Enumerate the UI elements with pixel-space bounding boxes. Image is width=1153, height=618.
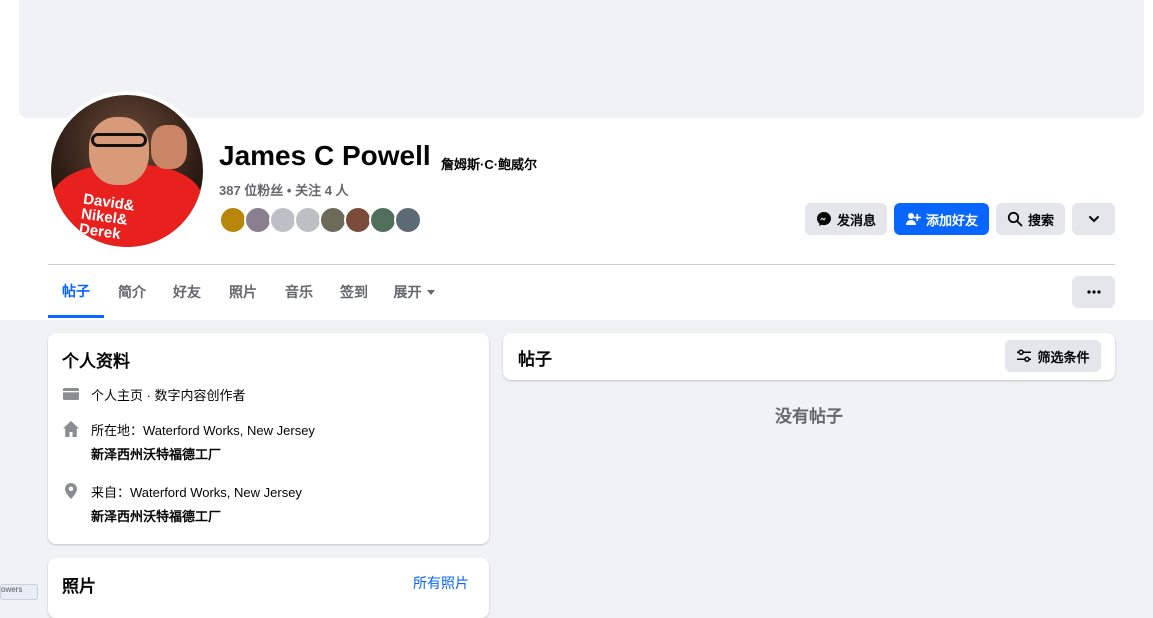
from-translation: 新泽西州沃特福德工厂 (91, 509, 222, 524)
posts-header-card: 帖子 筛选条件 (503, 333, 1115, 380)
all-photos-link[interactable]: 所有照片 (413, 573, 469, 593)
home-icon (63, 421, 79, 437)
ellipsis-icon (1086, 290, 1101, 294)
message-button-label: 发消息 (836, 212, 876, 228)
location-pin-icon (65, 483, 77, 499)
tab-check-ins[interactable]: 签到 (329, 266, 379, 318)
profile-avatar[interactable]: David& Nikel& Derek (47, 91, 207, 251)
search-button[interactable]: 搜索 (996, 203, 1065, 235)
chevron-down-icon (1088, 216, 1099, 223)
intro-title: 个人资料 (62, 352, 130, 371)
follower-stats[interactable]: 387 位粉丝 • 关注 4 人 (219, 180, 349, 199)
friend-avatar[interactable] (394, 206, 422, 234)
filter-icon (1017, 349, 1032, 362)
avatar-image: David& Nikel& Derek (51, 95, 203, 247)
friend-avatar[interactable] (369, 206, 397, 234)
tab-music[interactable]: 音乐 (274, 266, 324, 318)
search-icon (1007, 211, 1023, 227)
photos-card: 照片 所有照片 (48, 558, 489, 618)
add-user-icon (905, 213, 921, 225)
page-category-text: 个人主页 · 数字内容创作者 (91, 388, 246, 403)
photos-title: 照片 (62, 577, 96, 596)
lives-in-translation: 新泽西州沃特福德工厂 (91, 447, 222, 462)
tab-about[interactable]: 简介 (107, 266, 157, 318)
tab-more[interactable]: 展开 (386, 266, 442, 318)
add-friend-label: 添加好友 (925, 212, 978, 228)
profile-header: David& Nikel& Derek James C Powell 詹姆斯·C… (0, 0, 1153, 320)
friend-avatar[interactable] (294, 206, 322, 234)
more-options-dropdown[interactable] (1072, 203, 1115, 235)
friend-avatar[interactable] (219, 206, 247, 234)
tab-friends[interactable]: 好友 (162, 266, 212, 318)
friend-avatar[interactable] (244, 206, 272, 234)
more-menu-button[interactable] (1072, 276, 1115, 308)
add-friend-button[interactable]: 添加好友 (894, 203, 989, 235)
cover-photo[interactable] (19, 0, 1144, 118)
filter-label: 筛选条件 (1037, 349, 1090, 365)
friend-avatar[interactable] (319, 206, 347, 234)
tab-posts[interactable]: 帖子 (48, 266, 104, 318)
message-button[interactable]: 发消息 (805, 203, 887, 235)
posts-title: 帖子 (518, 350, 552, 369)
friend-avatar[interactable] (269, 206, 297, 234)
from-text[interactable]: 来自：Waterford Works, New Jersey (91, 482, 302, 501)
briefcase-icon (63, 388, 79, 400)
tab-photos[interactable]: 照片 (218, 266, 268, 318)
friend-avatar[interactable] (344, 206, 372, 234)
lives-in-text[interactable]: 所在地：Waterford Works, New Jersey (91, 420, 315, 439)
intro-card: 个人资料 个人主页 · 数字内容创作者 所在地：Waterford Works,… (48, 333, 489, 544)
search-button-label: 搜索 (1027, 212, 1054, 228)
messenger-icon (816, 212, 831, 226)
caret-down-icon (426, 289, 435, 295)
header-divider (48, 264, 1115, 265)
profile-name: James C Powell (219, 140, 431, 171)
side-tab-fragment[interactable]: owers (0, 584, 38, 600)
filter-button[interactable]: 筛选条件 (1005, 340, 1101, 372)
no-posts-message: 没有帖子 (775, 407, 843, 426)
avatar-shirt-text: David& Nikel& Derek (77, 190, 136, 243)
profile-alt-name: 詹姆斯·C·鲍威尔 (441, 157, 538, 172)
